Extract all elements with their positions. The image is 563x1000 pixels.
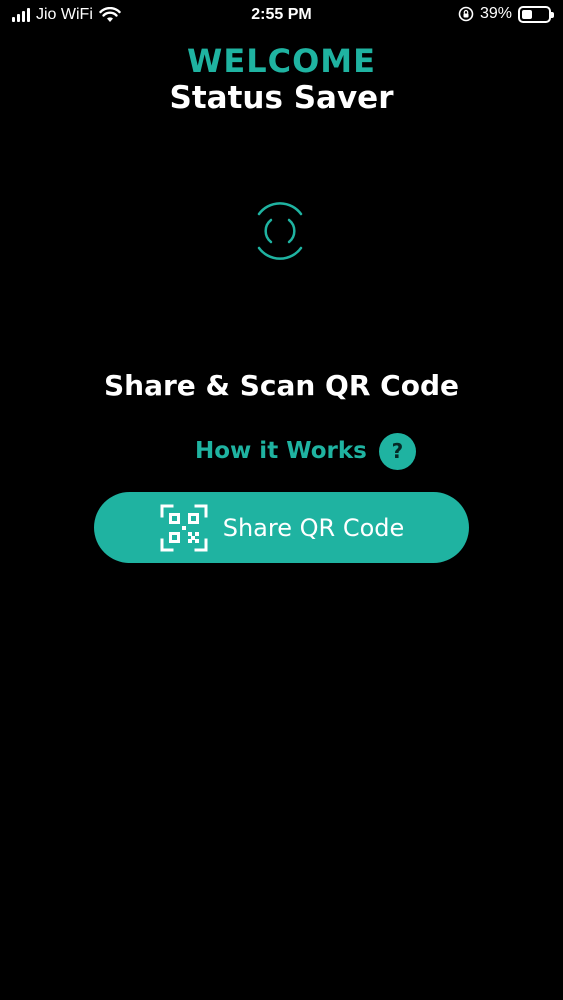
battery-fill [522,9,532,19]
app-title: Status Saver [169,80,394,116]
loading-spinner-icon [257,202,303,260]
orientation-lock-icon [458,6,474,22]
share-scan-heading: Share & Scan QR Code [104,369,459,402]
share-qr-code-label[interactable]: Share QR Code [223,514,405,542]
qr-code-icon [160,504,208,551]
battery-percent: 39% [479,5,512,22]
status-right: 39% [458,5,554,23]
how-it-works-label[interactable]: How it Works [195,438,367,464]
battery-icon [518,5,554,23]
help-icon[interactable]: ? [378,432,416,470]
welcome-heading: WELCOME [187,42,376,80]
how-it-works-link[interactable]: How it Works ? [195,432,416,470]
status-bar: Jio WiFi 2:55 PM 39% [0,0,563,34]
share-qr-code-button[interactable]: Share QR Code [94,492,469,563]
